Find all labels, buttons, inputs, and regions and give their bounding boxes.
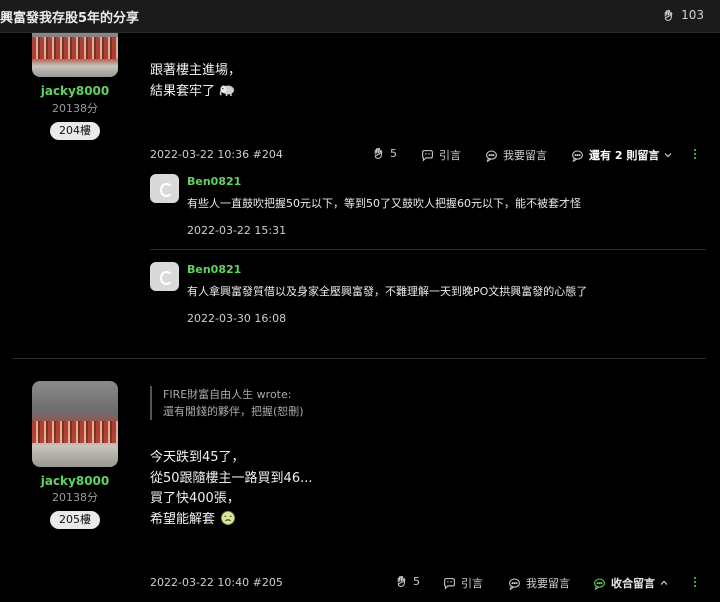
post-datetime: 2022-03-22 10:36 #204 — [150, 148, 283, 161]
comment-divider — [150, 249, 706, 250]
chevron-up-icon — [660, 580, 668, 585]
reply-label: 我要留言 — [526, 577, 570, 590]
topic-like-count: 103 — [681, 8, 704, 22]
more-options-icon[interactable] — [693, 149, 697, 159]
post-username[interactable]: jacky8000 — [32, 474, 118, 488]
like-count: 5 — [390, 147, 397, 160]
topic-title: 興富發我存股5年的分享 — [0, 11, 140, 26]
comment-username[interactable]: Ben0821 — [187, 175, 241, 188]
post-body-line: 結果套牢了 — [150, 82, 237, 102]
clap-icon — [397, 575, 406, 587]
reply-label: 我要留言 — [503, 149, 547, 162]
clap-icon — [374, 147, 383, 159]
post-divider — [12, 358, 706, 359]
comment-bubble-icon — [594, 578, 605, 590]
elephant-icon — [219, 85, 235, 96]
reply-button[interactable]: 我要留言 — [508, 575, 570, 591]
post-body-line: 從50跟隨樓主一路買到46... — [150, 471, 313, 486]
comment-time: 2022-03-22 15:31 — [187, 224, 287, 237]
sick-face-icon — [221, 510, 236, 526]
like-button[interactable]: 5 — [395, 575, 420, 588]
quote-button[interactable]: 引言 — [443, 575, 483, 591]
comment-bubble-icon — [486, 150, 497, 162]
quote-button[interactable]: 引言 — [421, 147, 461, 163]
post-datetime: 2022-03-22 10:40 #205 — [150, 576, 283, 589]
quote-label: 引言 — [461, 577, 483, 590]
post-body-line: 買了快400張， — [150, 491, 240, 506]
avatar[interactable] — [32, 33, 118, 77]
reply-button[interactable]: 我要留言 — [485, 147, 547, 163]
comment-time: 2022-03-30 16:08 — [187, 312, 287, 325]
quote-bubble-icon — [422, 149, 433, 162]
more-options-icon[interactable] — [693, 577, 697, 587]
post-body-text: 希望能解套 — [150, 512, 216, 527]
post-user-score: 20138分 — [52, 102, 98, 115]
comment-bubble-icon — [509, 578, 520, 590]
comment-avatar[interactable] — [150, 262, 179, 291]
post-username[interactable]: jacky8000 — [32, 84, 118, 98]
more-replies-button[interactable]: 還有 2 則留言 — [571, 147, 672, 163]
chevron-down-icon — [664, 153, 672, 158]
clap-icon — [664, 9, 673, 21]
floor-badge: 204樓 — [50, 122, 100, 140]
comment-bubble-icon — [572, 150, 583, 162]
post-body-line: 希望能解套 — [150, 510, 237, 530]
collapse-label: 收合留言 — [611, 577, 655, 590]
post-body-line: 今天跌到45了， — [150, 450, 245, 465]
post-user-score: 20138分 — [52, 491, 98, 504]
quote-label: 引言 — [439, 149, 461, 162]
collapse-replies-button[interactable]: 收合留言 — [593, 575, 668, 591]
comment-text: 有些人一直鼓吹把握50元以下，等到50了又鼓吹人把握60元以下，能不被套才怪 — [187, 197, 581, 210]
floor-badge: 205樓 — [50, 511, 100, 529]
post-body-text: 結果套牢了 — [150, 84, 216, 99]
comment-username[interactable]: Ben0821 — [187, 263, 241, 276]
quoted-post: FIRE財富自由人生 wrote: 還有閒錢的夥伴，把握(恕刪) — [150, 386, 350, 420]
avatar[interactable] — [32, 381, 118, 467]
like-button[interactable]: 5 — [372, 147, 397, 160]
like-count: 5 — [413, 575, 420, 588]
post-body-line: 跟著樓主進場， — [150, 63, 242, 78]
quote-author: FIRE財富自由人生 wrote: — [163, 388, 292, 401]
topic-header: 興富發我存股5年的分享 103 — [0, 0, 720, 33]
comment-text: 有人拿興富發質借以及身家全壓興富發，不難理解一天到晚PO文拱興富發的心態了 — [187, 285, 588, 298]
topic-like-button[interactable]: 103 — [662, 8, 704, 22]
quote-bubble-icon — [444, 577, 455, 590]
more-replies-label: 還有 2 則留言 — [589, 149, 660, 162]
comment-avatar[interactable] — [150, 174, 179, 203]
quote-text: 還有閒錢的夥伴，把握(恕刪) — [163, 405, 304, 418]
